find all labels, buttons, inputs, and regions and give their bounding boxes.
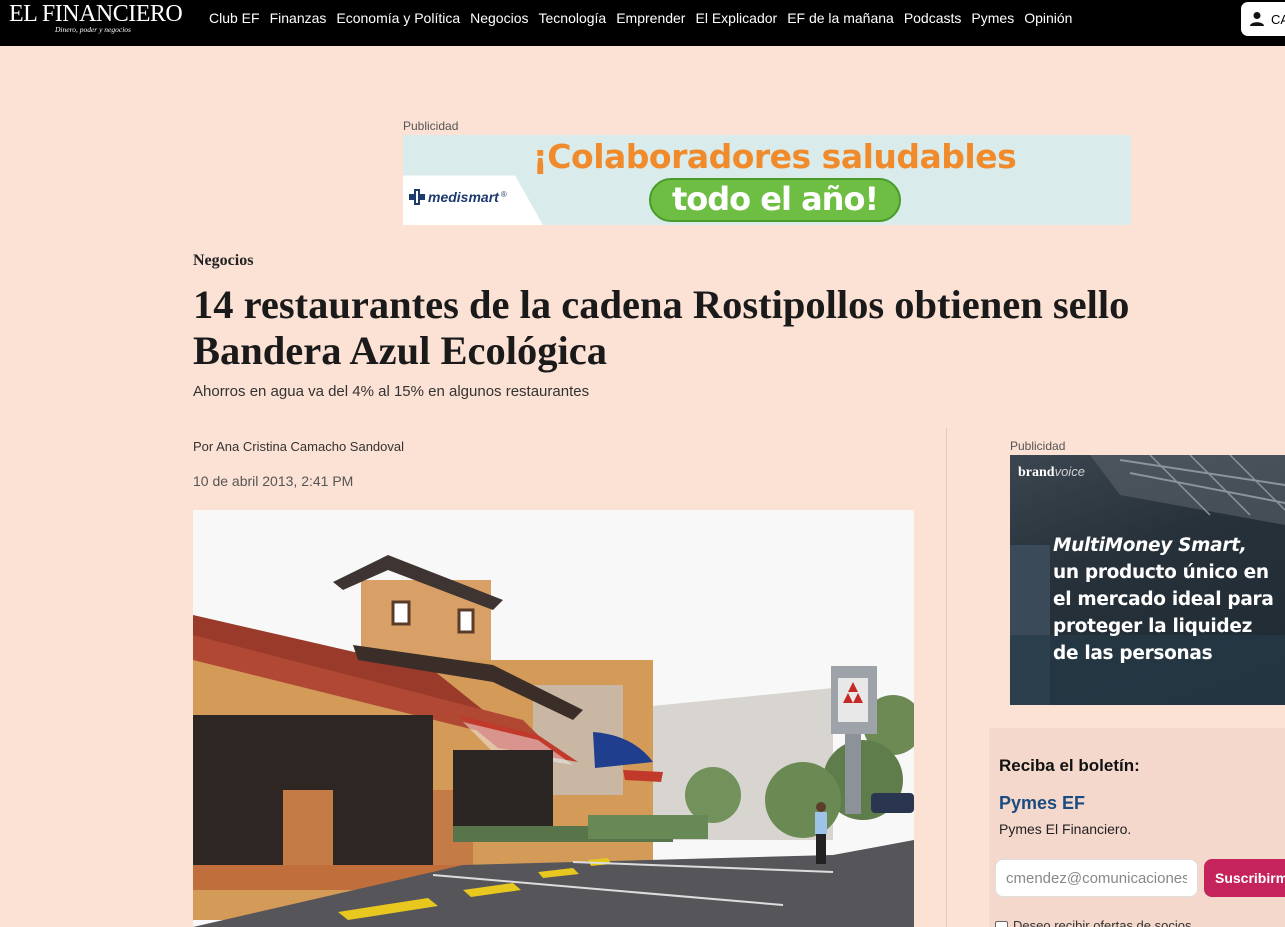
el-financiero-logo[interactable]: EL FINANCIERO Dinero, poder y negocios xyxy=(9,2,184,42)
logo-title: EL FINANCIERO xyxy=(9,1,183,27)
article-photo xyxy=(193,510,914,927)
brandvoice-headline: MultiMoney Smart, un producto único en e… xyxy=(1053,532,1278,667)
medismart-ad-banner[interactable]: medismart ® ¡Colaboradores saludables to… xyxy=(403,135,1131,225)
ad-label: Publicidad xyxy=(403,119,459,133)
medical-cross-icon xyxy=(409,189,425,205)
main-nav: Club EF Finanzas Economía y Política Neg… xyxy=(204,10,1077,26)
nav-item-ef-de-la-manana[interactable]: EF de la mañana xyxy=(787,10,894,26)
article-date: 10 de abril 2013, 2:41 PM xyxy=(193,473,354,489)
nav-item-podcasts[interactable]: Podcasts xyxy=(904,10,962,26)
nav-item-el-explicador[interactable]: El Explicador xyxy=(695,10,777,26)
partner-offers-checkbox[interactable] xyxy=(995,921,1008,927)
newsletter-name: Pymes EF xyxy=(999,793,1086,813)
ad-headline: ¡Colaboradores saludables xyxy=(532,137,1017,176)
column-divider xyxy=(946,428,947,927)
brandvoice-body: un producto único en el mercado ideal pa… xyxy=(1053,562,1274,664)
brandvoice-emphasis: MultiMoney Smart, xyxy=(1053,535,1247,556)
article-byline: Por Ana Cristina Camacho Sandoval xyxy=(193,439,404,454)
medismart-wordmark: medismart xyxy=(428,189,499,205)
nav-item-opinion[interactable]: Opinión xyxy=(1024,10,1072,26)
nav-item-pymes[interactable]: Pymes xyxy=(971,10,1014,26)
nav-item-club-ef[interactable]: Club EF xyxy=(209,10,260,26)
partner-offers-label: Deseo recibir ofertas de socios xyxy=(1013,918,1192,927)
nav-item-negocios[interactable]: Negocios xyxy=(470,10,528,26)
restaurant-photo-illustration xyxy=(193,510,914,927)
subscribe-button[interactable]: Suscribirme xyxy=(1204,859,1285,897)
newsletter-email-input[interactable] xyxy=(995,859,1198,897)
article-subtitle: Ahorros en agua va del 4% al 15% en algu… xyxy=(193,383,590,400)
sidebar-ad-label: Publicidad xyxy=(1010,439,1066,453)
account-label: CA xyxy=(1271,11,1285,27)
newsletter-box: Reciba el boletín: Pymes EF Pymes El Fin… xyxy=(989,728,1285,927)
nav-item-finanzas[interactable]: Finanzas xyxy=(270,10,327,26)
nav-item-emprender[interactable]: Emprender xyxy=(616,10,685,26)
user-icon xyxy=(1250,12,1264,26)
ad-pill-text: todo el año! xyxy=(649,178,901,222)
nav-item-economia-politica[interactable]: Economía y Política xyxy=(336,10,460,26)
account-button[interactable]: CA xyxy=(1241,2,1285,36)
newsletter-description: Pymes El Financiero. xyxy=(999,821,1132,837)
article-title: 14 restaurantes de la cadena Rostipollos… xyxy=(193,282,1130,373)
newsletter-title: Reciba el boletín: xyxy=(999,756,1140,775)
brandvoice-logo: brandvoice xyxy=(1018,464,1085,480)
registered-mark: ® xyxy=(500,189,507,199)
article-section-link[interactable]: Negocios xyxy=(193,252,253,270)
brandvoice-ad[interactable]: brandvoice MultiMoney Smart, un producto… xyxy=(1010,455,1285,705)
nav-item-tecnologia[interactable]: Tecnología xyxy=(539,10,607,26)
author-link[interactable]: Por Ana Cristina Camacho Sandoval xyxy=(193,439,404,454)
top-navigation-bar: EL FINANCIERO Dinero, poder y negocios C… xyxy=(0,0,1285,46)
medismart-logo: medismart ® xyxy=(408,188,507,206)
